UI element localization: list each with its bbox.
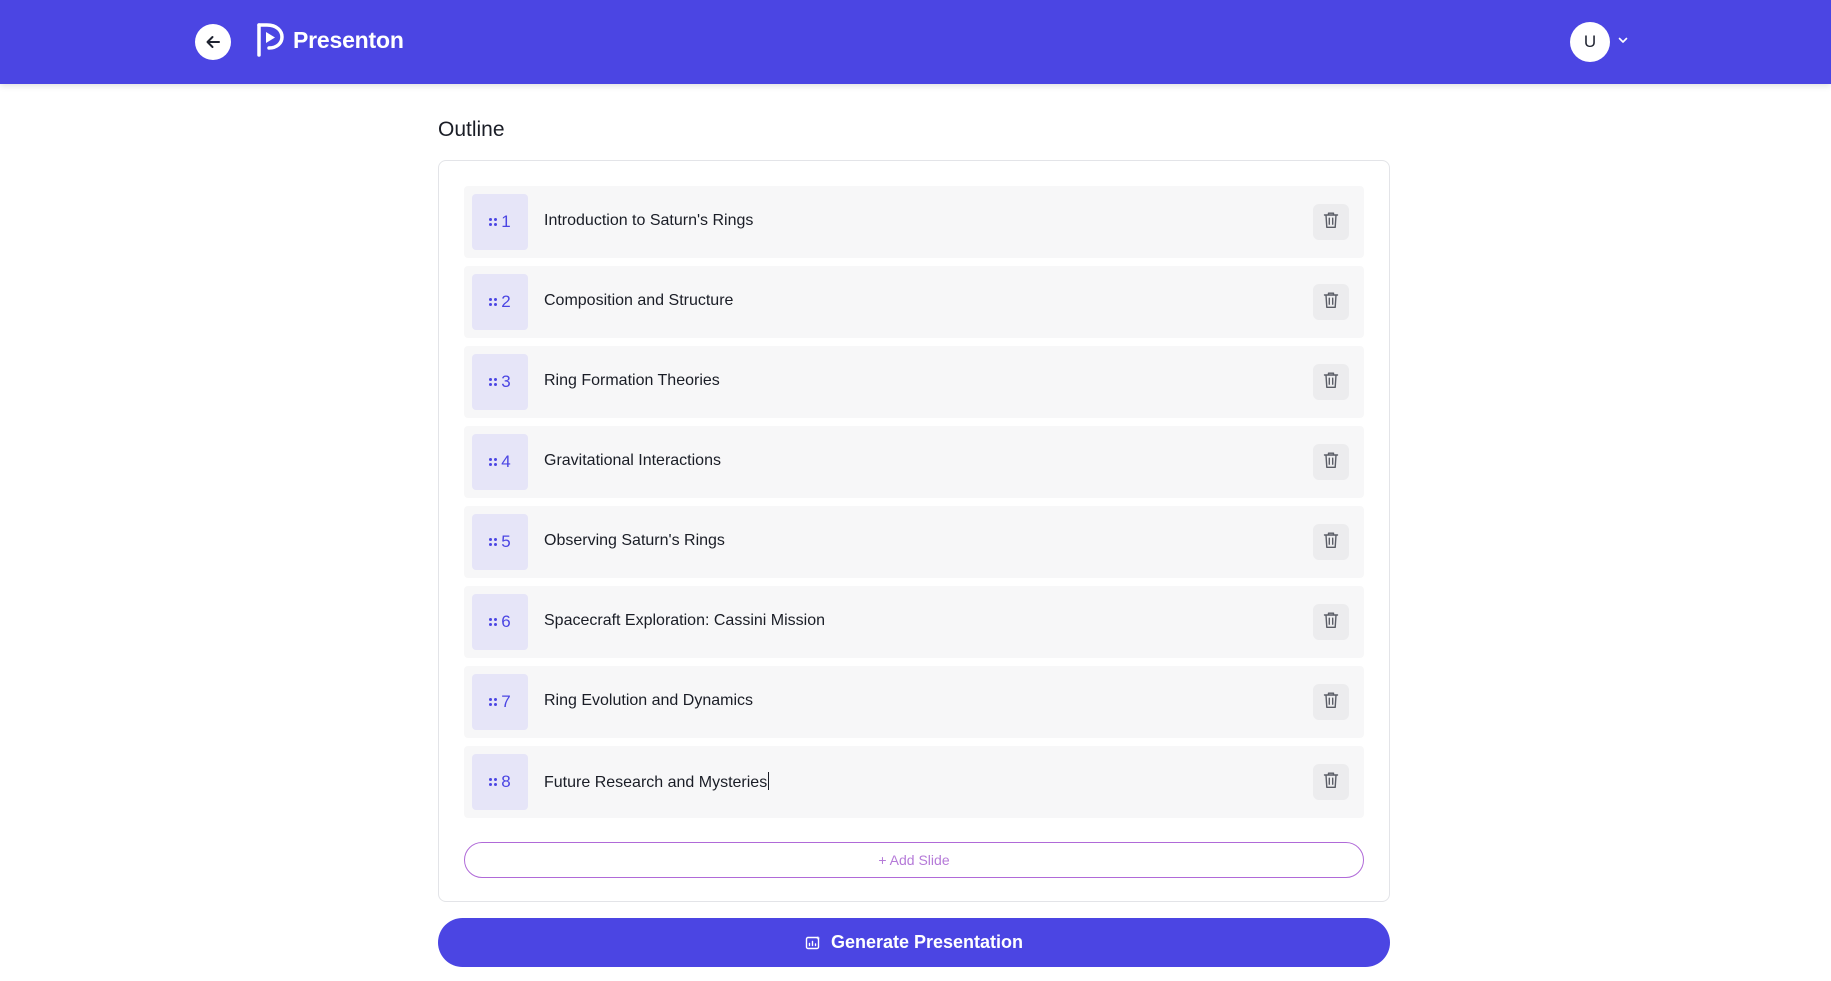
trash-icon [1323, 291, 1339, 314]
slide-title-text: Future Research and Mysteries [544, 774, 768, 791]
drag-handle[interactable]: 5 [472, 514, 528, 570]
slide-title-text: Gravitational Interactions [544, 452, 721, 469]
slide-row: 1 Introduction to Saturn's Rings [464, 186, 1364, 258]
chart-sparkle-icon [805, 935, 820, 949]
slide-list: 1 Introduction to Saturn's Rings 2 Composit… [464, 186, 1364, 826]
text-caret [768, 772, 770, 790]
user-avatar[interactable]: U [1570, 22, 1610, 62]
trash-icon [1323, 771, 1339, 794]
top-bar: Presenton U [0, 0, 1831, 84]
slide-number: 2 [501, 292, 511, 311]
slide-title-input[interactable]: Composition and Structure [544, 292, 733, 310]
slide-number: 6 [501, 612, 511, 631]
trash-icon [1323, 531, 1339, 554]
slide-title-input[interactable]: Gravitational Interactions [544, 452, 721, 470]
slide-row: 6 Spacecraft Exploration: Cassini Mission [464, 586, 1364, 658]
slide-number: 4 [501, 452, 511, 471]
drag-handle-icon [489, 618, 498, 626]
slide-title-text: Composition and Structure [544, 292, 734, 309]
add-slide-button[interactable]: + Add Slide [464, 842, 1364, 878]
drag-handle-icon [489, 538, 498, 546]
slide-row: 3 Ring Formation Theories [464, 346, 1364, 418]
trash-icon [1323, 691, 1339, 714]
slide-number: 7 [501, 692, 511, 711]
drag-handle-icon [489, 698, 498, 706]
chevron-down-icon[interactable] [1617, 34, 1629, 46]
trash-icon [1323, 211, 1339, 234]
slide-row: 2 Composition and Structure [464, 266, 1364, 338]
drag-handle[interactable]: 6 [472, 594, 528, 650]
slide-row: 7 Ring Evolution and Dynamics [464, 666, 1364, 738]
brand[interactable]: Presenton [255, 22, 404, 58]
drag-handle-icon [489, 298, 498, 306]
slide-row: 5 Observing Saturn's Rings [464, 506, 1364, 578]
slide-title-text: Introduction to Saturn's Rings [544, 212, 754, 229]
delete-slide-button[interactable] [1313, 204, 1349, 240]
drag-handle[interactable]: 2 [472, 274, 528, 330]
drag-handle[interactable]: 7 [472, 674, 528, 730]
slide-number: 3 [501, 372, 511, 391]
slide-title-input[interactable]: Ring Evolution and Dynamics [544, 692, 753, 710]
drag-handle[interactable]: 4 [472, 434, 528, 490]
brand-name: Presenton [293, 26, 404, 53]
page-title: Outline [438, 118, 505, 141]
slide-row: 8 Future Research and Mysteries [464, 746, 1364, 818]
back-button[interactable] [195, 24, 231, 60]
delete-slide-button[interactable] [1313, 524, 1349, 560]
slide-title-input[interactable]: Introduction to Saturn's Rings [544, 212, 753, 230]
drag-handle[interactable]: 3 [472, 354, 528, 410]
slide-title-text: Spacecraft Exploration: Cassini Mission [544, 612, 826, 629]
outline-panel: 1 Introduction to Saturn's Rings 2 Composit… [438, 160, 1390, 902]
delete-slide-button[interactable] [1313, 364, 1349, 400]
slide-number: 5 [501, 532, 511, 551]
slide-row: 4 Gravitational Interactions [464, 426, 1364, 498]
slide-number: 1 [501, 212, 511, 231]
drag-handle[interactable]: 8 [472, 754, 528, 810]
presenton-logo-icon [257, 23, 284, 57]
trash-icon [1323, 451, 1339, 474]
delete-slide-button[interactable] [1313, 684, 1349, 720]
drag-handle-icon [489, 378, 498, 386]
slide-title-text: Ring Evolution and Dynamics [544, 692, 753, 709]
slide-title-input[interactable]: Spacecraft Exploration: Cassini Mission [544, 612, 825, 630]
drag-handle-icon [489, 218, 498, 226]
generate-label: Generate Presentation [830, 932, 1024, 952]
slide-title-text: Ring Formation Theories [544, 372, 720, 389]
generate-presentation-button[interactable]: Generate Presentation [438, 918, 1390, 967]
delete-slide-button[interactable] [1313, 284, 1349, 320]
slide-title-text: Observing Saturn's Rings [544, 532, 725, 549]
delete-slide-button[interactable] [1313, 444, 1349, 480]
arrow-left-icon [206, 36, 220, 48]
slide-title-input[interactable]: Future Research and Mysteries [544, 772, 770, 792]
trash-icon [1323, 611, 1339, 634]
slide-number: 8 [501, 772, 511, 791]
slide-title-input[interactable]: Ring Formation Theories [544, 372, 720, 390]
trash-icon [1323, 371, 1339, 394]
delete-slide-button[interactable] [1313, 764, 1349, 800]
drag-handle[interactable]: 1 [472, 194, 528, 250]
drag-handle-icon [489, 778, 498, 786]
drag-handle-icon [489, 458, 498, 466]
slide-title-input[interactable]: Observing Saturn's Rings [544, 532, 725, 550]
delete-slide-button[interactable] [1313, 604, 1349, 640]
